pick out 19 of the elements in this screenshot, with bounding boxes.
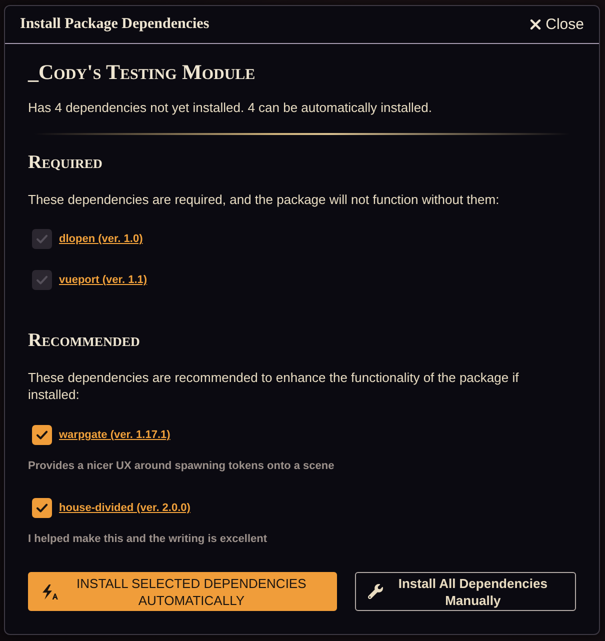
checkbox[interactable] <box>32 425 52 445</box>
package-title: _Cody's Testing Module <box>28 59 256 85</box>
bolt-icon <box>41 584 59 600</box>
dialog-title: Install Package Dependencies <box>20 16 210 33</box>
section-description: These dependencies are required, and the package will not function without them: <box>28 191 500 208</box>
section-description: These dependencies are recommended to enhance the functionality of the package if installed: <box>28 369 520 403</box>
install-manual-button[interactable]: Install All Dependencies Manually <box>354 572 576 611</box>
summary-text: Has 4 dependencies not yet installed. 4 can be automatically installed. <box>28 99 433 117</box>
wrench-icon <box>368 584 383 599</box>
dependency-note: Provides a nicer UX around spawning tokens onto a scene <box>28 459 336 474</box>
dependency-link[interactable]: warpgate (ver. 1.17.1) <box>59 429 170 441</box>
close-button[interactable]: Close <box>530 16 584 33</box>
install-auto-button[interactable]: INSTALL SELECTED DEPENDENCIES AUTOMATICALLY <box>28 572 337 611</box>
close-icon <box>530 19 541 30</box>
section-heading: Required <box>28 152 104 174</box>
section-heading: Recommended <box>28 330 141 352</box>
dependency-note: I helped make this and the writing is excellent <box>28 532 268 547</box>
checkbox[interactable] <box>32 498 52 518</box>
dependency-link[interactable]: house-divided (ver. 2.0.0) <box>59 502 190 514</box>
